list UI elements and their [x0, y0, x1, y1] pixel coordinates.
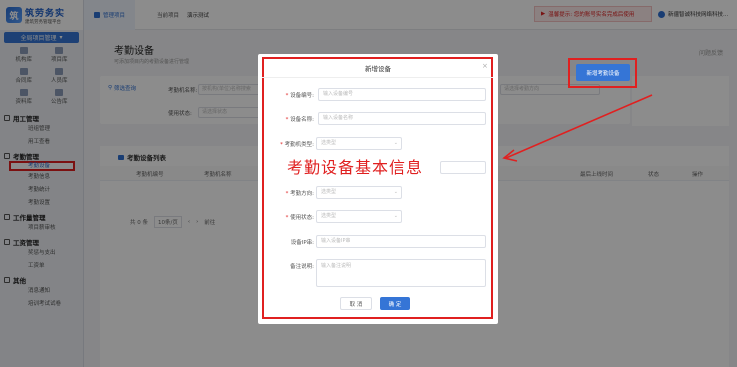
annotation-arrow	[502, 94, 653, 162]
